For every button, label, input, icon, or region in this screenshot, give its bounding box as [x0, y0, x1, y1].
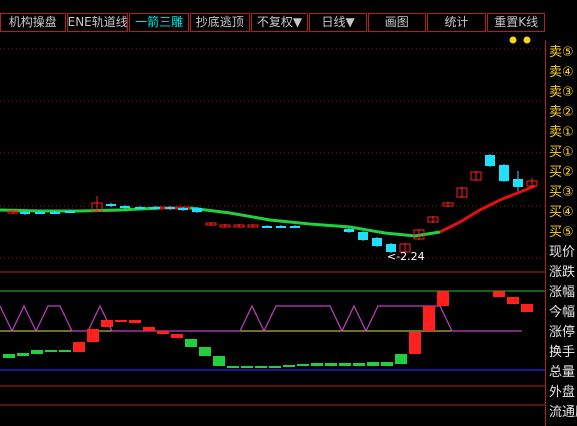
candle-body — [513, 179, 523, 187]
indicator-bar — [311, 363, 323, 366]
indicator-bar — [31, 350, 43, 354]
quote-label-0: 卖⑤ — [549, 45, 574, 60]
quote-label-16: 总量 — [549, 365, 576, 380]
candle-body — [178, 208, 188, 210]
candle-body — [165, 207, 175, 209]
toolbar-button-8[interactable]: 重置K线 — [487, 13, 545, 32]
kline-chart[interactable]: <-2.24 — [0, 0, 577, 426]
indicator-bars — [3, 291, 533, 368]
indicator-line — [0, 304, 522, 333]
quote-label-3: 卖② — [549, 105, 574, 120]
indicator-bar — [423, 306, 435, 331]
info-dot-icon — [509, 36, 517, 44]
indicator-zigzag-line — [0, 304, 522, 333]
indicator-bar — [101, 320, 113, 327]
info-dot-icon — [523, 36, 531, 44]
indicator-bar — [507, 297, 519, 304]
ma-segment-up — [439, 184, 536, 234]
indicator-bar — [115, 320, 127, 322]
indicator-bar — [185, 339, 197, 347]
indicator-bar — [199, 347, 211, 356]
indicator-bar — [409, 332, 421, 354]
indicator-toolbar: 机构操盘 ENE轨道线 一箭三雕 抄底逃顶 不复权▼ 日线▼ 画图 统计 重置K线 — [0, 13, 546, 32]
quote-label-6: 买② — [549, 165, 574, 180]
indicator-bar — [227, 366, 239, 368]
quote-label-7: 买③ — [549, 185, 574, 200]
candle-body — [20, 212, 30, 214]
quote-label-14: 涨停 — [549, 325, 576, 340]
quote-label-4: 卖① — [549, 125, 574, 140]
candle-body — [35, 212, 45, 214]
candlestick-series — [7, 154, 538, 253]
min-price-label: <-2.24 — [387, 250, 425, 263]
indicator-bar — [59, 350, 71, 352]
indicator-bar — [493, 291, 505, 297]
candle-body — [120, 206, 130, 208]
toolbar-button-3[interactable]: 抄底逃顶 — [189, 13, 250, 32]
candle-body — [499, 165, 509, 181]
ma-segment-down — [189, 206, 441, 238]
toolbar-button-5[interactable]: 日线▼ — [309, 13, 367, 32]
quote-label-10: 现价 — [549, 245, 576, 260]
quote-label-18: 流通股 — [549, 405, 577, 420]
toolbar-button-1[interactable]: ENE轨道线 — [66, 13, 129, 32]
candle-body — [150, 207, 160, 209]
indicator-bar — [73, 342, 85, 352]
quote-label-12: 涨幅 — [549, 285, 576, 300]
toolbar-button-0[interactable]: 机构操盘 — [0, 13, 66, 32]
candle-body — [276, 226, 286, 228]
quote-label-1: 卖④ — [549, 65, 574, 80]
candle-body — [192, 208, 202, 212]
candle-body — [290, 226, 300, 228]
quote-label-9: 买⑤ — [549, 225, 574, 240]
candle-body — [485, 155, 495, 166]
indicator-bar — [437, 291, 449, 306]
toolbar-button-6[interactable]: 画图 — [367, 13, 426, 32]
candle-body — [262, 226, 272, 228]
indicator-bar — [339, 363, 351, 366]
candle-body — [50, 212, 60, 214]
indicator-bar — [283, 365, 295, 367]
quote-label-2: 卖③ — [549, 85, 574, 100]
toolbar-button-4[interactable]: 不复权▼ — [250, 13, 309, 32]
quote-sidebar: 卖⑤ 卖④ 卖③ 卖② 卖① 买① 买② 买③ 买④ 买⑤ 现价涨跌涨幅今幅涨停换手总量外盘流通股 — [545, 40, 577, 426]
indicator-bar — [381, 362, 393, 366]
toolbar-button-7[interactable]: 统计 — [426, 13, 487, 32]
toolbar-button-2[interactable]: 一箭三雕 — [129, 13, 189, 32]
quote-label-11: 涨跌 — [549, 265, 576, 280]
indicator-bar — [129, 320, 141, 323]
quote-label-13: 今幅 — [549, 305, 576, 320]
moving-average-line — [0, 184, 536, 238]
quote-label-8: 买④ — [549, 205, 574, 220]
indicator-bar — [213, 356, 225, 366]
indicator-bar — [269, 366, 281, 368]
candle-body — [65, 211, 75, 213]
indicator-bar — [171, 334, 183, 338]
indicator-bar — [45, 350, 57, 352]
indicator-bar — [255, 366, 267, 368]
indicator-bar — [143, 327, 155, 331]
indicator-bar — [241, 366, 253, 368]
indicator-bar — [87, 329, 99, 342]
indicator-bar — [297, 364, 309, 366]
candle-body — [372, 238, 382, 246]
candle-body — [106, 204, 116, 206]
candle-body — [344, 229, 354, 232]
indicator-bar — [17, 353, 29, 356]
quote-label-15: 换手 — [549, 345, 576, 360]
candle-body — [358, 232, 368, 240]
indicator-bar — [521, 304, 533, 312]
quote-label-17: 外盘 — [549, 385, 576, 400]
price-grid — [0, 48, 545, 259]
indicator-bar — [3, 354, 15, 358]
indicator-bar — [367, 362, 379, 366]
indicator-bar — [157, 331, 169, 334]
candle-body — [135, 207, 145, 209]
quote-label-5: 买① — [549, 145, 574, 160]
indicator-bar — [395, 354, 407, 364]
indicator-bar — [353, 363, 365, 366]
indicator-bar — [325, 363, 337, 366]
